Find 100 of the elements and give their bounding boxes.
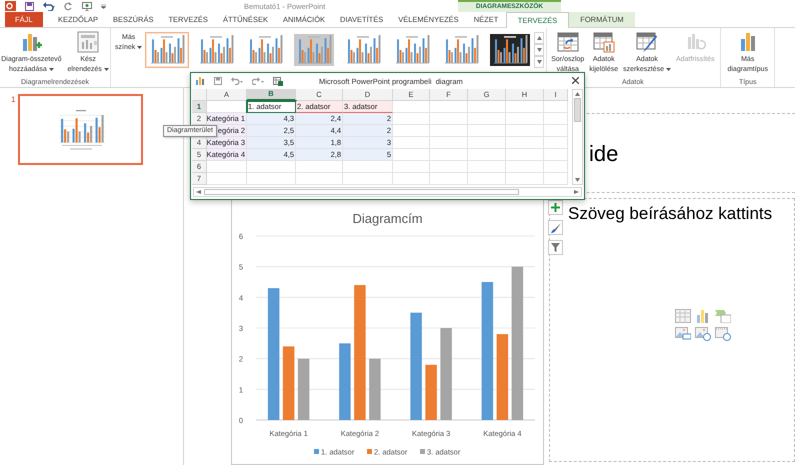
table-cell bbox=[393, 113, 430, 125]
table-cell bbox=[296, 161, 343, 173]
bar bbox=[369, 358, 381, 420]
slide-number: 1 bbox=[11, 94, 16, 106]
table-cell bbox=[393, 149, 430, 161]
table-cell bbox=[430, 161, 468, 173]
add-button[interactable] bbox=[548, 200, 563, 215]
caret-right-icon bbox=[574, 190, 579, 194]
caret-left-icon bbox=[196, 190, 201, 194]
caret-up-icon bbox=[536, 36, 542, 40]
customize-icon[interactable] bbox=[101, 4, 106, 8]
table-cell bbox=[247, 173, 296, 185]
table-icon[interactable] bbox=[675, 309, 691, 323]
caret-up-icon bbox=[575, 92, 580, 96]
table-cell bbox=[393, 125, 430, 137]
chart-preview-icon bbox=[490, 34, 530, 66]
more-button[interactable] bbox=[534, 56, 544, 68]
corner-cell[interactable] bbox=[192, 89, 207, 101]
table-cell bbox=[207, 161, 247, 173]
table-cell bbox=[506, 161, 544, 173]
undo-icon[interactable] bbox=[43, 2, 55, 10]
legend-swatch bbox=[314, 449, 319, 454]
table-pen-icon bbox=[636, 31, 658, 53]
table-cell bbox=[544, 149, 568, 161]
legend-swatch bbox=[420, 449, 425, 454]
table-swap-icon bbox=[556, 31, 579, 53]
table-cell bbox=[468, 125, 506, 137]
table-cell bbox=[544, 173, 568, 185]
bar-chart-icon[interactable] bbox=[695, 309, 711, 323]
table-cell bbox=[393, 161, 430, 173]
table-cell bbox=[393, 173, 430, 185]
table-cell bbox=[506, 137, 544, 149]
table-cell bbox=[468, 161, 506, 173]
bar bbox=[298, 358, 310, 420]
table-cell bbox=[430, 125, 468, 137]
chart-style-thumbnail[interactable] bbox=[488, 32, 532, 68]
table-cell bbox=[430, 113, 468, 125]
table-cell bbox=[544, 113, 568, 125]
powerpoint-logo-icon[interactable] bbox=[5, 1, 16, 11]
table-cell bbox=[506, 113, 544, 125]
table-cell bbox=[544, 125, 568, 137]
smartart-icon[interactable] bbox=[715, 309, 731, 323]
scroll-thumb[interactable] bbox=[574, 98, 581, 122]
chart-preview-icon bbox=[147, 34, 188, 66]
table-cell bbox=[468, 113, 506, 125]
table-cell bbox=[506, 173, 544, 185]
save-icon[interactable] bbox=[214, 77, 222, 85]
placeholder-text: Szöveg beírásához kattints bbox=[568, 203, 772, 225]
table-cell bbox=[393, 101, 430, 113]
table-cell bbox=[544, 161, 568, 173]
video-icon[interactable] bbox=[715, 327, 731, 341]
layout-icon bbox=[77, 31, 100, 53]
caret-down-icon bbox=[536, 48, 542, 52]
table-cell bbox=[430, 101, 468, 113]
table-cell bbox=[506, 101, 544, 113]
chart-preview-icon bbox=[294, 34, 334, 66]
scroll-thumb[interactable] bbox=[204, 189, 519, 195]
horizontal-scrollbar[interactable] bbox=[193, 187, 582, 197]
table-cell bbox=[544, 137, 568, 149]
table-cell bbox=[468, 101, 506, 113]
filter-button[interactable] bbox=[548, 240, 563, 255]
slide-thumbnail[interactable] bbox=[18, 94, 144, 165]
chart-style-thumbnail[interactable] bbox=[145, 32, 190, 68]
vertical-scrollbar[interactable] bbox=[572, 89, 583, 185]
table-cell bbox=[343, 161, 393, 173]
chart-add-icon bbox=[20, 31, 42, 53]
table-cell bbox=[343, 173, 393, 185]
scroll-down-button[interactable] bbox=[534, 44, 544, 56]
table-cell bbox=[468, 137, 506, 149]
redo-icon[interactable] bbox=[252, 77, 264, 85]
table-cell bbox=[506, 149, 544, 161]
scroll-up-button[interactable] bbox=[534, 32, 544, 44]
table-cell bbox=[506, 125, 544, 137]
table-cell bbox=[393, 137, 430, 149]
table-cell bbox=[430, 137, 468, 149]
online-picture-icon[interactable] bbox=[695, 327, 711, 341]
table-chart-icon bbox=[592, 31, 615, 53]
picture-icon[interactable] bbox=[675, 327, 691, 341]
table-cell bbox=[296, 173, 343, 185]
table-cell bbox=[430, 173, 468, 185]
brush-button[interactable] bbox=[548, 220, 563, 235]
save-icon[interactable] bbox=[25, 2, 34, 10]
redo-icon[interactable] bbox=[64, 2, 73, 10]
close-button[interactable] bbox=[571, 76, 580, 85]
bar-chart-icon bbox=[196, 77, 205, 85]
caret-down-icon bbox=[575, 178, 580, 182]
table-cell bbox=[468, 149, 506, 161]
spreadsheet-icon[interactable] bbox=[273, 76, 283, 86]
table-cell bbox=[247, 161, 296, 173]
slideshow-icon[interactable] bbox=[82, 2, 92, 10]
table-cell bbox=[430, 149, 468, 161]
content-placeholder[interactable]: Szöveg beírásához kattints bbox=[549, 198, 795, 462]
legend-swatch bbox=[367, 449, 372, 454]
table-cell bbox=[468, 173, 506, 185]
bar bbox=[425, 364, 437, 420]
caret-down-icon bbox=[536, 60, 542, 64]
table-cell bbox=[544, 101, 568, 113]
chart-title: Diagramcím bbox=[352, 211, 423, 226]
table-cell bbox=[207, 173, 247, 185]
chart-style-thumbnail[interactable] bbox=[292, 32, 336, 68]
